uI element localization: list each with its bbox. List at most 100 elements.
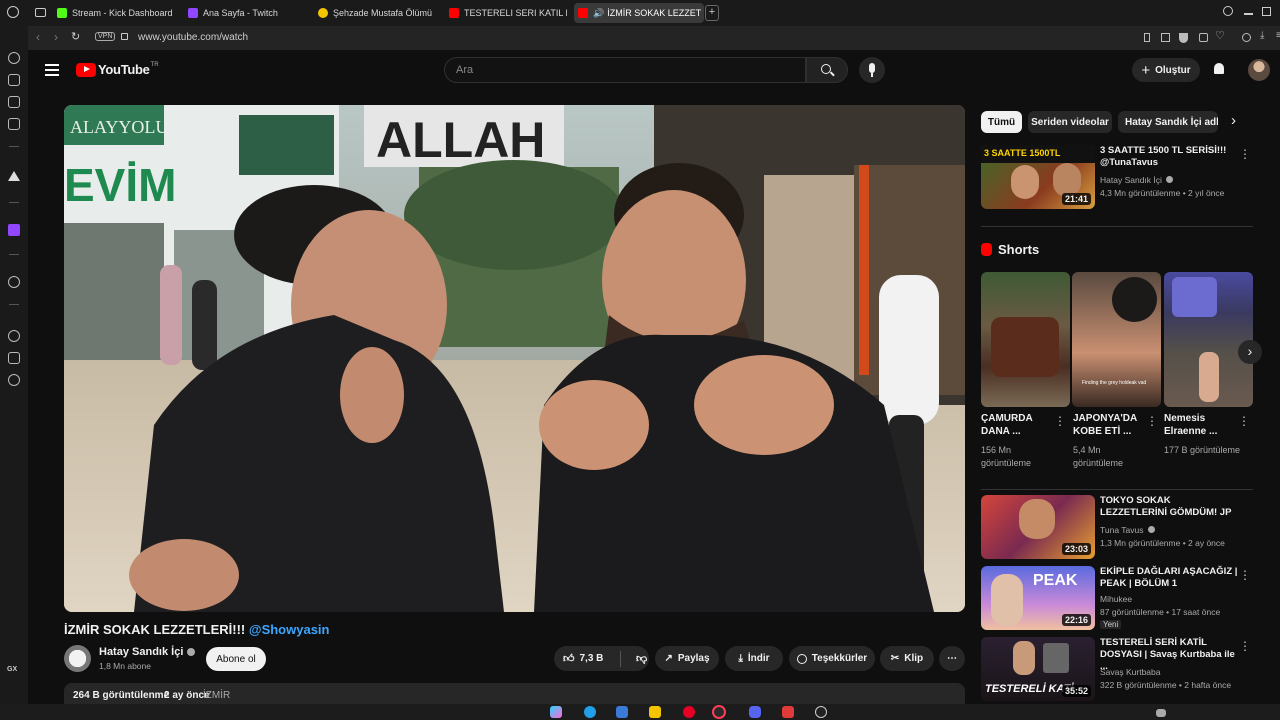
logo-region: TR <box>150 62 159 68</box>
video-title-text: İZMİR SOKAK LEZZETLERİ!!! <box>64 622 246 637</box>
new-tab-button[interactable]: + <box>705 5 719 21</box>
speed-dial-icon[interactable] <box>8 52 20 64</box>
short-item[interactable] <box>1164 272 1253 407</box>
channel-avatar[interactable] <box>64 645 91 672</box>
discord-icon[interactable] <box>749 706 761 718</box>
more-options-icon[interactable]: ⋮ <box>1146 414 1158 428</box>
chip-next-icon[interactable]: › <box>1231 112 1236 129</box>
video-title-mention[interactable]: @Showyasin <box>249 622 330 637</box>
more-options-icon[interactable]: ⋮ <box>1238 414 1250 428</box>
tab-kick[interactable]: Stream - Kick Dashboard <box>57 3 177 23</box>
notifications-bell-icon[interactable] <box>1214 63 1224 74</box>
search-button[interactable] <box>806 57 848 83</box>
chip-label: Tümü <box>987 116 1016 128</box>
subscribe-label: Abone ol <box>216 653 256 665</box>
menu-icon[interactable]: ≡ <box>1276 30 1280 41</box>
settings-icon[interactable] <box>8 374 20 386</box>
twitch-icon[interactable] <box>8 224 20 236</box>
aria-icon[interactable] <box>8 171 20 181</box>
pin-icon[interactable] <box>1144 33 1150 42</box>
browser-menu-icon[interactable] <box>7 6 19 18</box>
obs-icon[interactable] <box>815 706 827 718</box>
recommended-video[interactable]: 3 SAATTE 1500TL 21:41 3 SAATTE 1500 TL S… <box>981 145 1253 211</box>
recommended-video[interactable]: 23:03 TOKYO SOKAK LEZZETLERİNİ GÖMDÜM! J… <box>981 495 1253 561</box>
dislike-button[interactable]: 👎︎ <box>626 652 647 665</box>
tab-sehzade[interactable]: Şehzade Mustafa Ölümü <box>318 3 438 23</box>
sign-allah: ALLAH <box>376 112 545 168</box>
short-item[interactable]: Finding the grey holdeak vad <box>1072 272 1161 407</box>
recommended-video[interactable]: TESTERELİ KATİ 35:52 TESTERELİ SERİ KATİ… <box>981 637 1253 703</box>
share-label: Paylaş <box>677 653 710 664</box>
video-player[interactable]: ALAYYOLU EVİM ALLAH <box>64 105 965 612</box>
extensions-icon[interactable] <box>8 352 20 364</box>
tab-overview-icon[interactable] <box>35 8 46 17</box>
download-icon[interactable]: ⤓ <box>1260 30 1264 41</box>
search-input[interactable]: Ara <box>444 57 806 83</box>
avatar[interactable] <box>1248 59 1270 81</box>
chip-series[interactable]: Seriden videolar <box>1028 111 1112 133</box>
snapshot-icon[interactable] <box>1161 33 1170 42</box>
divider <box>620 650 621 667</box>
player-icon[interactable] <box>8 276 20 288</box>
hamburger-menu-icon[interactable] <box>45 61 59 79</box>
short-item[interactable] <box>981 272 1070 407</box>
tray-icon[interactable] <box>1156 709 1166 717</box>
forward-icon[interactable]: › <box>54 30 58 44</box>
file-explorer-icon[interactable] <box>649 706 661 718</box>
edge-icon[interactable] <box>584 706 596 718</box>
notes-icon[interactable] <box>8 118 20 130</box>
youtube-logo[interactable]: YouTube TR <box>76 62 159 77</box>
more-options-icon[interactable]: ⋮ <box>1239 639 1251 653</box>
duration-badge: 35:52 <box>1061 685 1091 697</box>
url-text[interactable]: www.youtube.com/watch <box>138 32 248 43</box>
chip-all[interactable]: Tümü <box>981 111 1022 133</box>
voice-search-button[interactable] <box>859 57 885 83</box>
location-tag[interactable]: İZMİR <box>203 690 230 701</box>
extension-icon[interactable] <box>1199 33 1208 42</box>
clip-button[interactable]: ✂ Klip <box>880 646 934 671</box>
back-icon[interactable]: ‹ <box>36 30 40 44</box>
history-icon[interactable] <box>8 330 20 342</box>
tab-izmir-active[interactable]: 🔊 İZMİR SOKAK LEZZET <box>574 3 704 23</box>
short-title[interactable]: Nemesis Elraenne ... <box>1164 412 1238 438</box>
pinterest-icon[interactable] <box>683 706 695 718</box>
minimize-icon[interactable] <box>1244 13 1253 15</box>
reading-list-icon[interactable] <box>8 96 20 108</box>
more-options-icon[interactable]: ⋮ <box>1054 414 1066 428</box>
tab-twitch[interactable]: Ana Sayfa - Twitch <box>188 3 308 23</box>
app-icon[interactable] <box>782 706 794 718</box>
channel-name-row[interactable]: Hatay Sandık İçi <box>99 646 196 658</box>
download-label: İndir <box>747 653 770 664</box>
short-title[interactable]: JAPONYA'DA KOBE ETİ ... <box>1073 412 1147 438</box>
video-thumbnail: 3 SAATTE 1500TL 21:41 <box>981 145 1095 209</box>
shorts-next-button[interactable]: › <box>1238 340 1262 364</box>
gx-icon[interactable]: GX <box>7 666 17 673</box>
heart-icon[interactable]: ♡ <box>1215 29 1225 42</box>
short-title[interactable]: ÇAMURDA DANA ... <box>981 412 1055 438</box>
opera-gx-icon[interactable] <box>712 705 726 719</box>
download-button[interactable]: ⤓ İndir <box>725 646 783 671</box>
more-options-icon[interactable]: ⋮ <box>1239 568 1251 582</box>
shield-icon[interactable] <box>1179 33 1188 43</box>
create-button[interactable]: + Oluştur <box>1132 58 1200 82</box>
tab-testereli[interactable]: TESTERELI SERI KATIL D <box>449 3 567 23</box>
channel-name[interactable]: Hatay Sandık İçi <box>99 646 183 658</box>
reload-icon[interactable]: ↻ <box>71 30 80 43</box>
copilot-icon[interactable] <box>550 706 562 718</box>
share-button[interactable]: ↗ Paylaş <box>655 646 719 671</box>
store-icon[interactable] <box>616 706 628 718</box>
more-actions-button[interactable]: ⋯ <box>939 646 965 671</box>
bookmarks-icon[interactable] <box>8 74 20 86</box>
recommended-video[interactable]: PEAK 22:16 EKİPLE DAĞLARI AŞACAĞIZ | PEA… <box>981 566 1253 632</box>
maximize-icon[interactable] <box>1262 7 1271 16</box>
thanks-button[interactable]: Teşekkürler <box>789 646 875 671</box>
vpn-badge[interactable]: VPN <box>95 32 116 41</box>
search-tabs-icon[interactable] <box>1223 6 1233 16</box>
like-button[interactable]: 👍︎ 7,3 B <box>554 652 615 665</box>
subscribe-button[interactable]: Abone ol <box>206 647 266 671</box>
profile-icon[interactable] <box>1242 33 1251 42</box>
chip-channel[interactable]: Hatay Sandık İçi adlı y <box>1118 111 1218 133</box>
browser-sidebar: GX <box>0 26 28 720</box>
youtube-icon <box>449 8 459 18</box>
more-options-icon[interactable]: ⋮ <box>1239 147 1251 161</box>
